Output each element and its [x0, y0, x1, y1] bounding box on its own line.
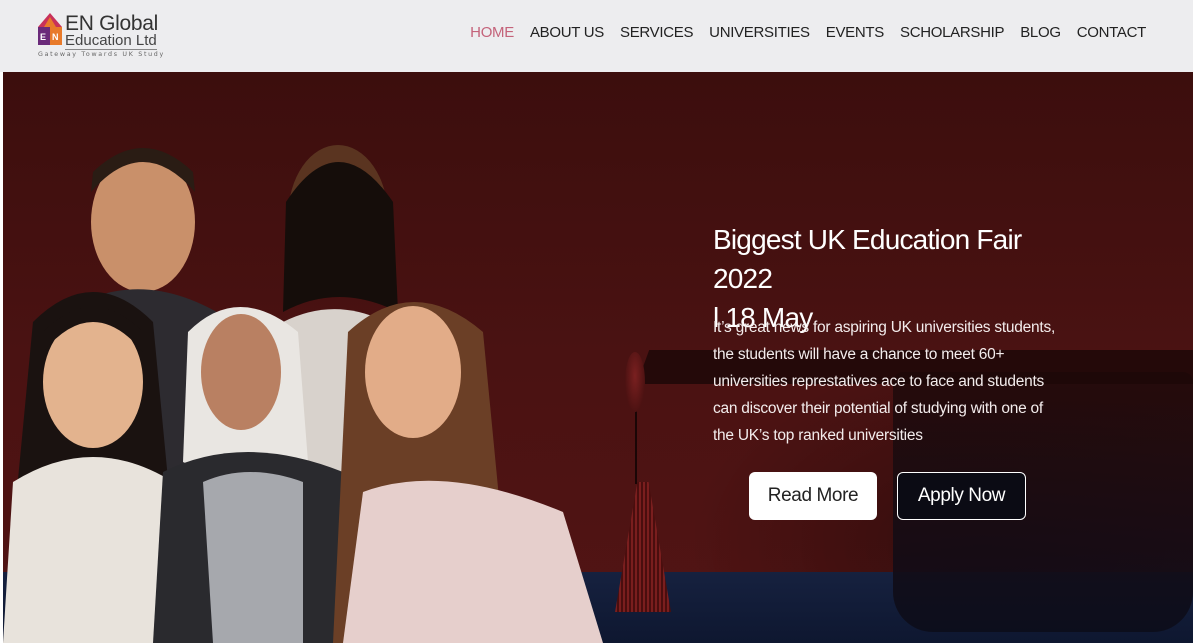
- nav-blog[interactable]: BLOG: [1020, 24, 1061, 41]
- main-nav: HOME ABOUT US SERVICES UNIVERSITIES EVEN…: [470, 24, 1146, 41]
- nav-events[interactable]: EVENTS: [826, 24, 885, 41]
- logo-subtitle: Education Ltd: [65, 32, 157, 50]
- tassel-knot: [625, 352, 645, 412]
- apply-now-button[interactable]: Apply Now: [897, 472, 1026, 520]
- read-more-button[interactable]: Read More: [749, 472, 877, 520]
- hero-banner: Biggest UK Education Fair 2022 l 18 May I…: [3, 72, 1193, 643]
- site-header: E N EN Global Education Ltd Gateway Towa…: [0, 0, 1193, 72]
- nav-home[interactable]: HOME: [470, 24, 514, 41]
- hero-description: It’s great news for aspiring UK universi…: [713, 319, 1056, 444]
- tassel-fringe: [615, 482, 671, 612]
- students-photo: [3, 145, 603, 643]
- nav-universities[interactable]: UNIVERSITIES: [709, 24, 810, 41]
- hero-title-line-1: Biggest UK Education Fair 2022: [713, 224, 1022, 294]
- nav-about-us[interactable]: ABOUT US: [530, 24, 604, 41]
- logo-tagline: Gateway Towards UK Study: [38, 51, 165, 58]
- nav-services[interactable]: SERVICES: [620, 24, 693, 41]
- nav-scholarship[interactable]: SCHOLARSHIP: [900, 24, 1005, 41]
- svg-text:N: N: [52, 32, 59, 42]
- svg-text:E: E: [40, 32, 46, 42]
- logo[interactable]: E N EN Global Education Ltd Gateway Towa…: [38, 12, 168, 63]
- logo-house-icon: E N: [38, 13, 62, 45]
- nav-contact[interactable]: CONTACT: [1077, 24, 1147, 41]
